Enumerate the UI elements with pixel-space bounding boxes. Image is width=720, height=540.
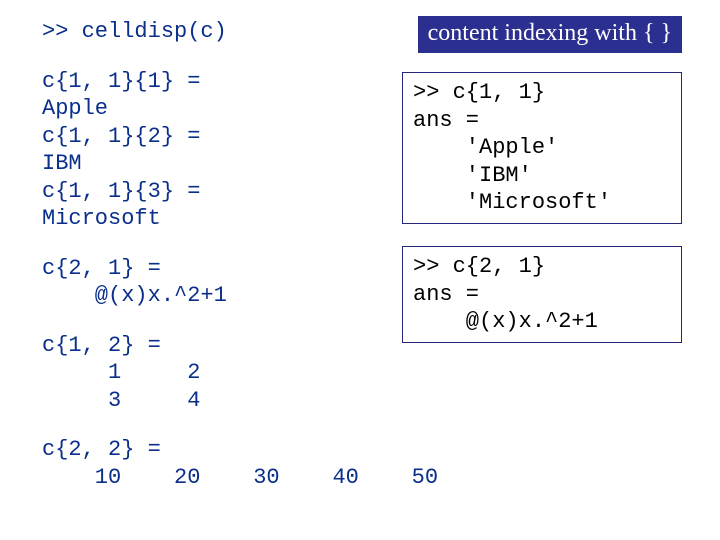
output-cell-1-1: c{1, 1}{1} = Apple c{1, 1}{2} = IBM c{1,… (42, 68, 438, 233)
example-box-1: >> c{1, 1} ans = 'Apple' 'IBM' 'Microsof… (402, 72, 682, 224)
output-cell-2-1: c{2, 1} = @(x)x.^2+1 (42, 255, 438, 310)
left-column: >> celldisp(c) c{1, 1}{1} = Apple c{1, 1… (42, 18, 438, 491)
example-box-2: >> c{2, 1} ans = @(x)x.^2+1 (402, 246, 682, 343)
output-cell-2-2: c{2, 2} = 10 20 30 40 50 (42, 436, 438, 491)
command-celldisp: >> celldisp(c) (42, 18, 438, 46)
example-box-1-content: >> c{1, 1} ans = 'Apple' 'IBM' 'Microsof… (413, 79, 671, 217)
output-cell-1-2: c{1, 2} = 1 2 3 4 (42, 332, 438, 415)
example-box-2-content: >> c{2, 1} ans = @(x)x.^2+1 (413, 253, 671, 336)
banner-title: content indexing with { } (418, 16, 682, 53)
